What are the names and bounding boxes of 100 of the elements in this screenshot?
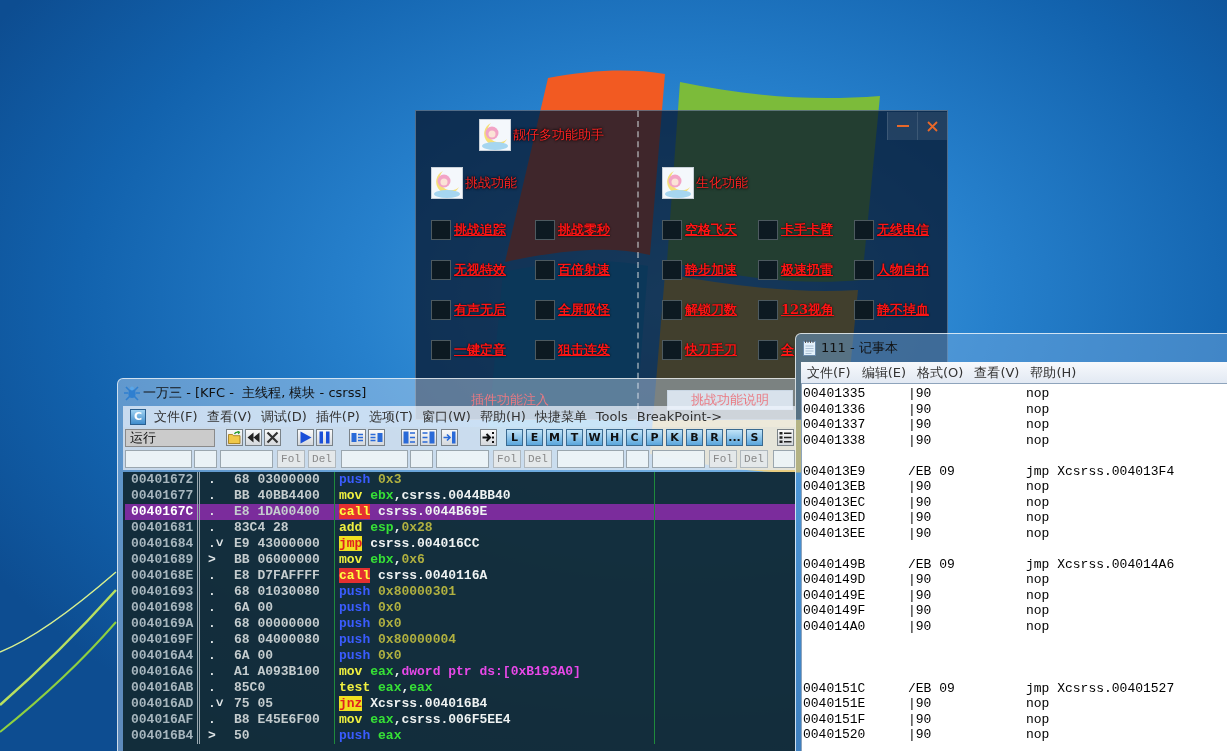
checkbox-label[interactable]: 挑战零秒 bbox=[558, 221, 610, 239]
address-text: 004013ED bbox=[803, 510, 867, 526]
step-over-button[interactable] bbox=[368, 429, 385, 446]
hex-bytes-text: |90 bbox=[908, 510, 933, 526]
hex-bytes-cell-text: 68 00000000 bbox=[233, 616, 321, 632]
checkbox[interactable] bbox=[662, 220, 682, 240]
input-field[interactable] bbox=[410, 450, 433, 468]
input-field[interactable] bbox=[557, 450, 624, 468]
code-row[interactable]: 0040169F . 68 04000080 push 0x80000004 bbox=[125, 632, 795, 648]
tool-button[interactable]: L bbox=[506, 429, 523, 446]
menu-item[interactable]: 窗口(W) bbox=[421, 407, 471, 426]
input-field[interactable] bbox=[773, 450, 795, 468]
checkbox[interactable] bbox=[431, 260, 451, 280]
step-into-button[interactable] bbox=[349, 429, 366, 446]
trace-over-button[interactable] bbox=[420, 429, 437, 446]
trace-into-button[interactable] bbox=[401, 429, 418, 446]
checkbox[interactable] bbox=[854, 300, 874, 320]
checkbox[interactable] bbox=[758, 220, 778, 240]
checkbox[interactable] bbox=[535, 340, 555, 360]
checkbox[interactable] bbox=[431, 340, 451, 360]
address-text: 0040149D bbox=[803, 572, 867, 588]
open-button[interactable] bbox=[226, 429, 243, 446]
minimize-button[interactable] bbox=[887, 112, 917, 140]
hex-bytes-cell-text: 6A 00 bbox=[233, 648, 274, 664]
input-field[interactable] bbox=[652, 450, 705, 468]
input-field[interactable] bbox=[194, 450, 217, 468]
window-title: 111 - 记事本 bbox=[821, 339, 898, 357]
code-row[interactable]: 0040168E . E8 D7FAFFFF call csrss.0040116A bbox=[125, 568, 795, 584]
tool-button[interactable]: C bbox=[626, 429, 643, 446]
checkbox[interactable] bbox=[662, 260, 682, 280]
checkbox[interactable] bbox=[662, 300, 682, 320]
menu-item[interactable]: 文件(F) bbox=[154, 407, 198, 426]
checkbox[interactable] bbox=[758, 260, 778, 280]
section-title: 挑战功能 bbox=[465, 174, 517, 192]
input-field[interactable] bbox=[220, 450, 273, 468]
tool-button[interactable]: K bbox=[666, 429, 683, 446]
menu-item[interactable]: 帮助(H) bbox=[479, 407, 526, 426]
code-row[interactable]: 00401684 .˅ E9 43000000 jmp csrss.004016CC bbox=[125, 536, 795, 552]
run-button[interactable] bbox=[297, 429, 314, 446]
checkbox[interactable] bbox=[662, 340, 682, 360]
menu-item[interactable]: 查看(V) bbox=[206, 407, 252, 426]
address-text: 0040151C bbox=[803, 680, 867, 696]
bug-icon bbox=[123, 383, 141, 402]
checkbox[interactable] bbox=[854, 260, 874, 280]
tool-button[interactable]: B bbox=[686, 429, 703, 446]
pause-button[interactable] bbox=[316, 429, 333, 446]
code-row[interactable]: 004016AF . B8 E45E6F00 mov eax,csrss.006F5EE4 bbox=[125, 712, 795, 728]
tool-button[interactable]: T bbox=[566, 429, 583, 446]
list-button[interactable] bbox=[777, 429, 794, 446]
checkbox[interactable] bbox=[758, 340, 778, 360]
code-row[interactable]: 004016AD .˅ 75 05 jnz Xcsrss.004016B4 bbox=[125, 696, 795, 712]
checkbox[interactable] bbox=[431, 220, 451, 240]
menu-item[interactable]: 调试(D) bbox=[260, 407, 307, 426]
checkbox[interactable] bbox=[535, 300, 555, 320]
disassembly-cell: push 0x0 bbox=[334, 600, 654, 616]
checkbox[interactable] bbox=[431, 300, 451, 320]
menu-item[interactable]: 快捷菜单 bbox=[534, 407, 587, 426]
tool-button[interactable]: P bbox=[646, 429, 663, 446]
instruction-text: jmp Xcsrss.004014A6 bbox=[1026, 556, 1176, 572]
menu-item[interactable]: 插件(P) bbox=[315, 407, 360, 426]
menu-item[interactable]: 格式(O) bbox=[917, 363, 964, 382]
checkbox[interactable] bbox=[535, 260, 555, 280]
code-row[interactable]: 00401672 . 68 03000000 push 0x3 bbox=[125, 472, 795, 488]
tool-button[interactable]: ... bbox=[726, 429, 743, 446]
code-row[interactable]: 004016A6 . A1 A093B100 mov eax,dword ptr ds:[0xB193A0] bbox=[125, 664, 795, 680]
input-field[interactable] bbox=[626, 450, 649, 468]
instruction-text: nop bbox=[1026, 479, 1051, 495]
instruction-text: nop bbox=[1026, 603, 1051, 619]
menu-item[interactable]: BreakPoint-> bbox=[636, 409, 723, 424]
tool-button[interactable]: S bbox=[746, 429, 763, 446]
menu-item[interactable]: 查看(V) bbox=[974, 363, 1020, 382]
input-field[interactable] bbox=[436, 450, 489, 468]
address-text: 00401338 bbox=[803, 432, 867, 448]
menu-item[interactable]: 选项(T) bbox=[368, 407, 413, 426]
menu-item[interactable]: 文件(F) bbox=[807, 363, 851, 382]
input-field[interactable] bbox=[341, 450, 408, 468]
disassembly-cell: jnz Xcsrss.004016B4 bbox=[334, 696, 654, 712]
code-row[interactable]: 00401693 . 68 01030080 push 0x80000301 bbox=[125, 584, 795, 600]
return-button[interactable] bbox=[441, 429, 458, 446]
code-row[interactable]: 0040167C . E8 1DA00400 call csrss.0044B69E bbox=[125, 504, 795, 520]
checkbox[interactable] bbox=[758, 300, 778, 320]
tool-button[interactable]: W bbox=[586, 429, 603, 446]
input-field[interactable] bbox=[125, 450, 192, 468]
restart-button[interactable] bbox=[245, 429, 262, 446]
tool-button[interactable]: R bbox=[706, 429, 723, 446]
code-row[interactable]: 0040169A . 68 00000000 push 0x0 bbox=[125, 616, 795, 632]
code-row[interactable]: 00401698 . 6A 00 push 0x0 bbox=[125, 600, 795, 616]
menu-item[interactable]: Tools bbox=[595, 409, 628, 424]
menu-item[interactable]: 帮助(H) bbox=[1030, 363, 1077, 382]
checkbox[interactable] bbox=[535, 220, 555, 240]
code-row[interactable]: 004016A4 . 6A 00 push 0x0 bbox=[125, 648, 795, 664]
menu-item[interactable]: 编辑(E) bbox=[861, 363, 906, 382]
address-cell: 004016A6 bbox=[125, 664, 200, 680]
tool-button[interactable]: M bbox=[546, 429, 563, 446]
tool-button[interactable]: H bbox=[606, 429, 623, 446]
tool-button[interactable]: E bbox=[526, 429, 543, 446]
goto-button[interactable] bbox=[480, 429, 497, 446]
close-button[interactable] bbox=[264, 429, 281, 446]
code-row[interactable]: 004016B4 > 50 push eax bbox=[125, 728, 795, 744]
checkbox[interactable] bbox=[854, 220, 874, 240]
